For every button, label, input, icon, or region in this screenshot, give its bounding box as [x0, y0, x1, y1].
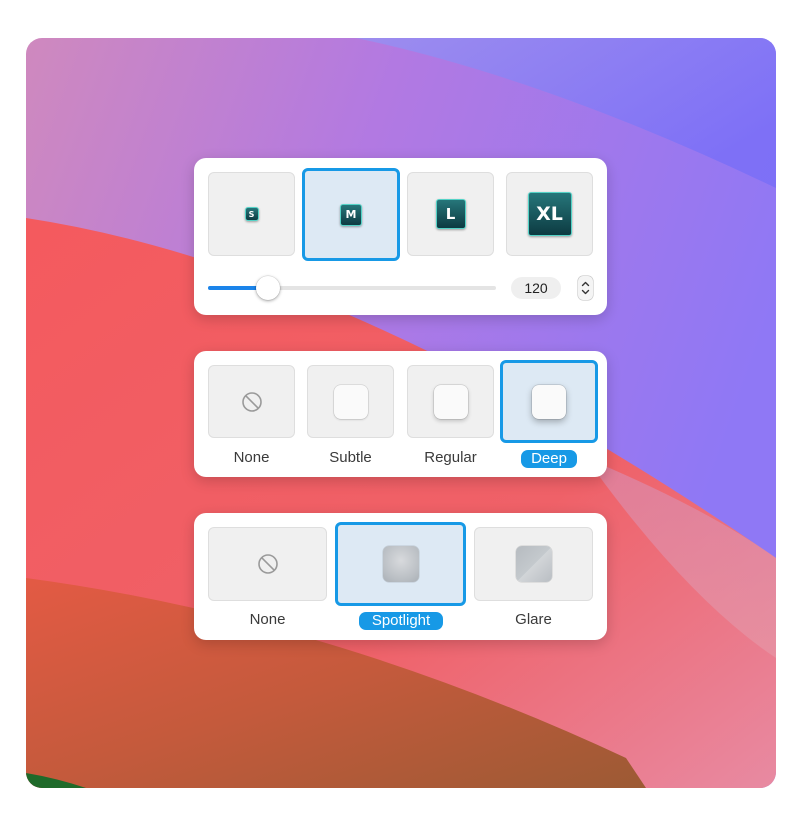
depth-option-deep[interactable] — [500, 360, 598, 443]
square-deep-icon — [532, 384, 566, 419]
lighting-option-spotlight[interactable] — [335, 522, 466, 606]
lighting-label-spotlight: Spotlight — [359, 612, 443, 630]
size-option-xl[interactable]: XL — [506, 172, 593, 256]
size-option-s[interactable]: S — [208, 172, 295, 256]
size-l-icon: L — [435, 199, 466, 229]
size-s-icon: S — [244, 207, 259, 221]
icon-size-panel: S M L XL 120 — [194, 158, 607, 315]
depth-label-subtle: Subtle — [329, 449, 372, 466]
prohibited-icon — [241, 391, 262, 412]
up-down-chevron-icon[interactable] — [578, 276, 593, 300]
square-spotlight-icon — [382, 546, 419, 582]
icon-size-slider[interactable] — [208, 276, 496, 300]
size-option-m[interactable]: M — [302, 168, 400, 261]
square-subtle-icon — [333, 384, 368, 419]
lighting-label-glare: Glare — [515, 611, 552, 628]
size-m-icon: M — [340, 203, 362, 226]
size-xl-icon: XL — [527, 192, 572, 236]
lighting-option-none[interactable] — [208, 527, 327, 601]
depth-option-subtle[interactable] — [307, 365, 394, 438]
lighting-panel: None Spotlight Glare — [194, 513, 607, 640]
depth-label-deep: Deep — [521, 450, 577, 468]
lighting-option-glare[interactable] — [474, 527, 593, 601]
size-value-field[interactable]: 120 — [511, 277, 561, 299]
lighting-label-none: None — [249, 611, 286, 628]
depth-option-regular[interactable] — [407, 365, 494, 438]
depth-label-regular: Regular — [424, 449, 477, 466]
depth-option-none[interactable] — [208, 365, 295, 438]
prohibited-icon — [257, 554, 278, 574]
size-value-text: 120 — [524, 280, 548, 296]
size-option-l[interactable]: L — [407, 172, 494, 256]
depth-panel: None Subtle Regular Deep — [194, 351, 607, 477]
square-regular-icon — [433, 384, 468, 419]
slider-knob[interactable] — [256, 276, 281, 300]
depth-label-none: None — [233, 449, 270, 466]
square-glare-icon — [515, 546, 552, 582]
